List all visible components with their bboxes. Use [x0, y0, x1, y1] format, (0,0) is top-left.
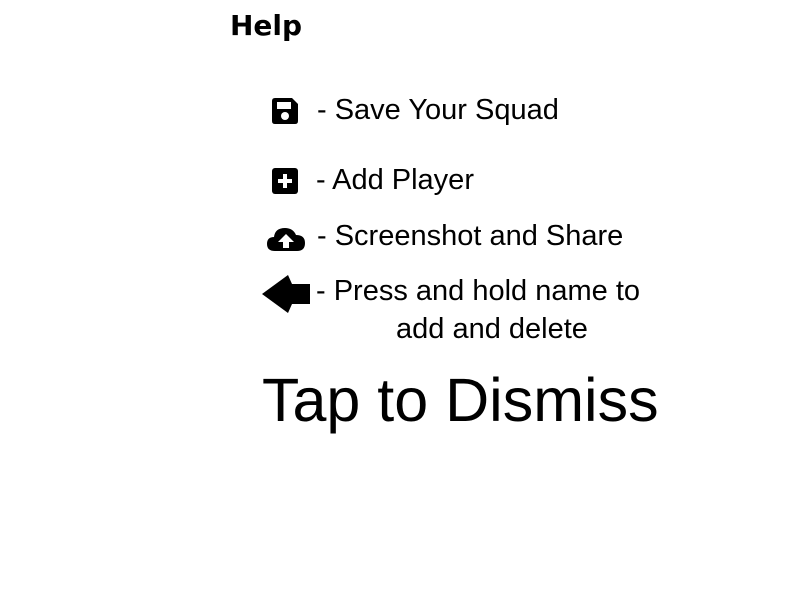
save-icon — [270, 96, 300, 126]
help-item-label: - Screenshot and Share — [317, 220, 624, 252]
help-item-save: - Save Your Squad — [262, 91, 559, 129]
cloud-upload-icon — [266, 225, 306, 253]
help-title: Help — [230, 9, 303, 42]
help-item-label-line2: add and delete — [396, 313, 588, 345]
add-square-icon — [270, 166, 300, 196]
help-item-share: - Screenshot and Share — [262, 217, 623, 255]
help-item-press-hold: - Press and hold name to add and delete — [262, 272, 640, 348]
arrow-left-icon — [262, 274, 310, 314]
help-item-label-line1: - Press and hold name to — [316, 275, 641, 307]
help-item-label: - Press and hold name to add and delete — [316, 272, 640, 348]
help-item-label: - Add Player — [316, 164, 474, 196]
help-item-label: - Save Your Squad — [317, 94, 559, 126]
help-item-add-player: - Add Player — [262, 161, 474, 199]
dismiss-button[interactable]: Tap to Dismiss — [262, 364, 659, 436]
